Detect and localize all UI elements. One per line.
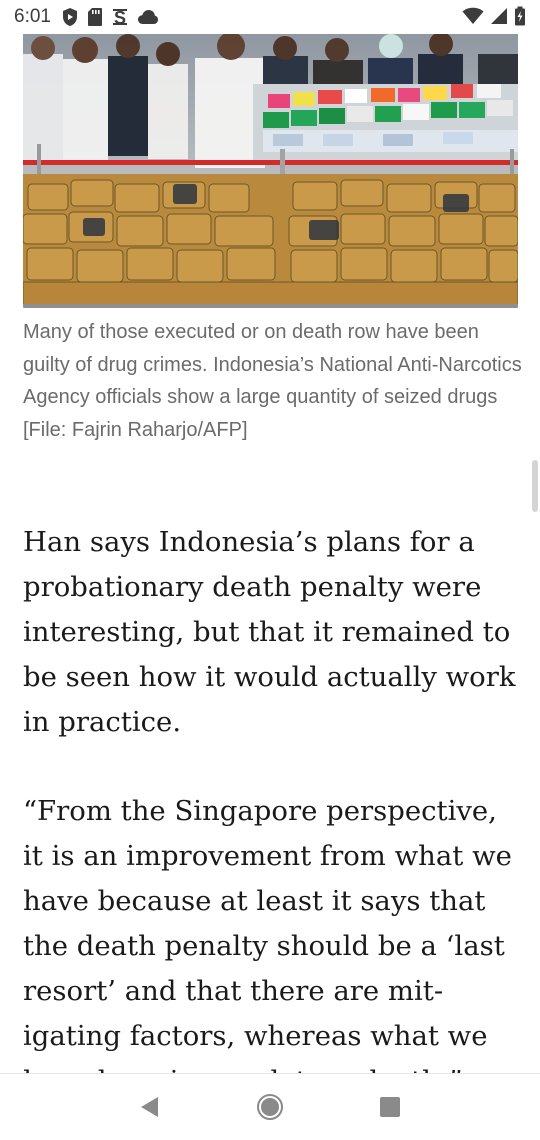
- status-time: 6:01: [14, 6, 51, 27]
- navigation-bar: [0, 1074, 540, 1140]
- recents-icon: [380, 1097, 400, 1117]
- recents-button[interactable]: [370, 1087, 410, 1127]
- sync-icon: S: [112, 8, 127, 27]
- home-icon: [257, 1094, 283, 1120]
- home-button[interactable]: [250, 1087, 290, 1127]
- cloud-icon: [137, 10, 158, 24]
- article-photo: [23, 34, 518, 308]
- status-bar: 6:01 S: [0, 0, 540, 34]
- sd-card-icon: [87, 8, 102, 26]
- scrollbar-thumb[interactable]: [532, 460, 538, 512]
- seized-drugs-photo: [23, 34, 518, 308]
- article-paragraph: “From the Singapore perspective, it is a…: [23, 795, 512, 1074]
- status-left-icons: S: [61, 7, 159, 27]
- status-right-icons: [462, 6, 526, 26]
- photo-caption: Many of those executed or on death row h…: [23, 321, 522, 441]
- shield-play-icon: [62, 8, 77, 26]
- battery-icon: [515, 6, 525, 26]
- cellular-signal-icon: [491, 8, 507, 24]
- article-paragraph: Han says Indonesia’s plans for a probati…: [23, 526, 516, 738]
- back-icon: [141, 1097, 158, 1117]
- back-button[interactable]: [130, 1087, 170, 1127]
- wifi-icon: [462, 7, 484, 25]
- article-content[interactable]: Many of those executed or on death row h…: [0, 34, 540, 1074]
